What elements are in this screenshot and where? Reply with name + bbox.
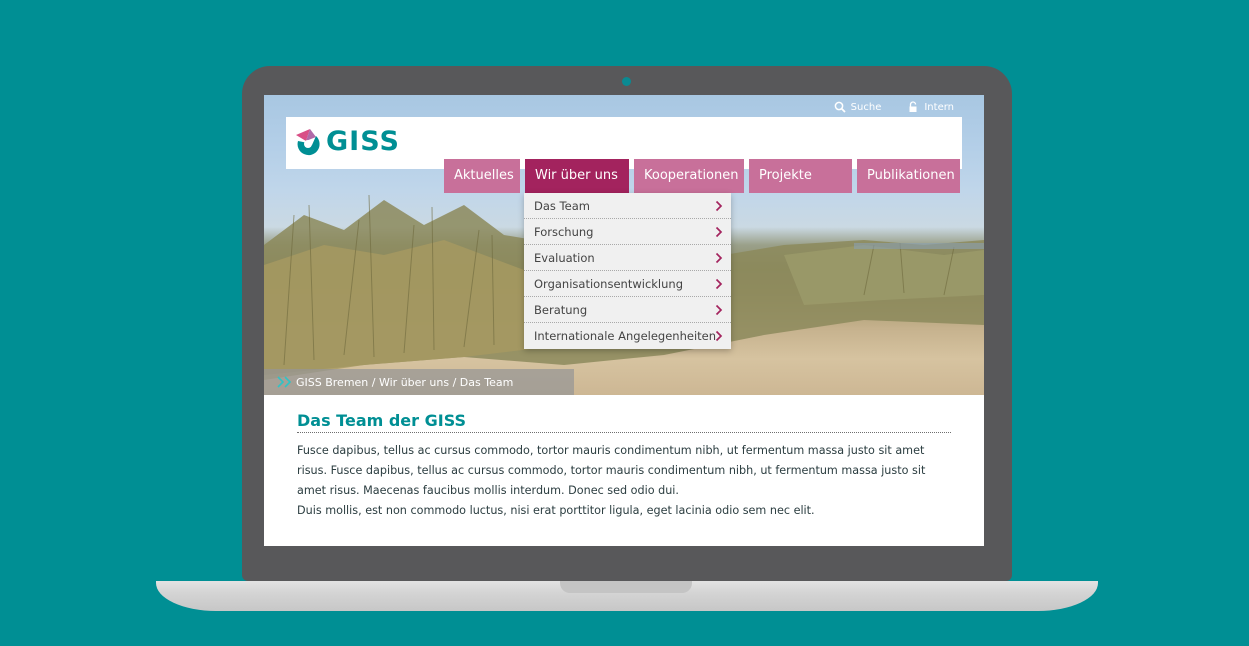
breadcrumb[interactable]: GISS Bremen / Wir über uns / Das Team: [296, 376, 513, 389]
chevron-right-icon: [715, 200, 723, 212]
chevron-right-icon: [715, 226, 723, 238]
nav-item-projekte[interactable]: Projekte: [749, 159, 852, 193]
dropdown-item-das-team[interactable]: Das Team: [524, 193, 731, 219]
intern-link[interactable]: Intern: [907, 99, 954, 115]
body-paragraph-1: Fusce dapibus, tellus ac cursus commodo,…: [297, 444, 926, 497]
dropdown-item-label: Evaluation: [534, 251, 595, 265]
magnifier-icon: [834, 101, 846, 113]
dropdown-item-evaluation[interactable]: Evaluation: [524, 245, 731, 271]
browser-screen: Suche Intern GISS Aktuelles Wir über uns…: [264, 95, 984, 546]
nav-item-aktuelles[interactable]: Aktuelles: [444, 159, 520, 193]
nav-item-wir-ueber-uns[interactable]: Wir über uns: [525, 159, 629, 193]
laptop-base-notch: [560, 581, 692, 593]
camera-icon: [622, 77, 631, 86]
double-chevron-right-icon: [277, 376, 292, 388]
dropdown-item-label: Internationale Angelegenheiten: [534, 329, 717, 343]
main-content: Das Team der GISS Fusce dapibus, tellus …: [297, 411, 951, 521]
dropdown-item-label: Organisationsentwicklung: [534, 277, 683, 291]
dropdown-item-label: Beratung: [534, 303, 588, 317]
nav-item-publikationen[interactable]: Publikationen: [857, 159, 960, 193]
dropdown-item-label: Forschung: [534, 225, 594, 239]
dropdown-item-organisationsentwicklung[interactable]: Organisationsentwicklung: [524, 271, 731, 297]
chevron-right-icon: [715, 330, 723, 342]
chevron-right-icon: [715, 278, 723, 290]
main-nav: Aktuelles Wir über uns Kooperationen Pro…: [444, 159, 960, 193]
chevron-right-icon: [715, 304, 723, 316]
nav-item-kooperationen[interactable]: Kooperationen: [634, 159, 744, 193]
nav-dropdown-menu: Das Team Forschung Evaluation Organisati…: [524, 193, 731, 349]
lock-icon: [909, 101, 917, 112]
giss-logo[interactable]: GISS: [294, 127, 400, 157]
dropdown-item-beratung[interactable]: Beratung: [524, 297, 731, 323]
dropdown-item-forschung[interactable]: Forschung: [524, 219, 731, 245]
logo-text: GISS: [326, 126, 400, 157]
chevron-right-icon: [715, 252, 723, 264]
dropdown-item-internationale-angelegenheiten[interactable]: Internationale Angelegenheiten: [524, 323, 731, 349]
search-link[interactable]: Suche: [834, 99, 882, 115]
search-label: Suche: [850, 101, 882, 113]
giss-logo-icon: [296, 129, 320, 156]
body-paragraph-2: Duis mollis, est non commodo luctus, nis…: [297, 504, 815, 517]
intern-label: Intern: [924, 101, 954, 113]
dropdown-item-label: Das Team: [534, 199, 590, 213]
page-title: Das Team der GISS: [297, 411, 951, 433]
top-links: Suche Intern: [834, 99, 954, 115]
breadcrumb-bar: GISS Bremen / Wir über uns / Das Team: [264, 369, 574, 395]
